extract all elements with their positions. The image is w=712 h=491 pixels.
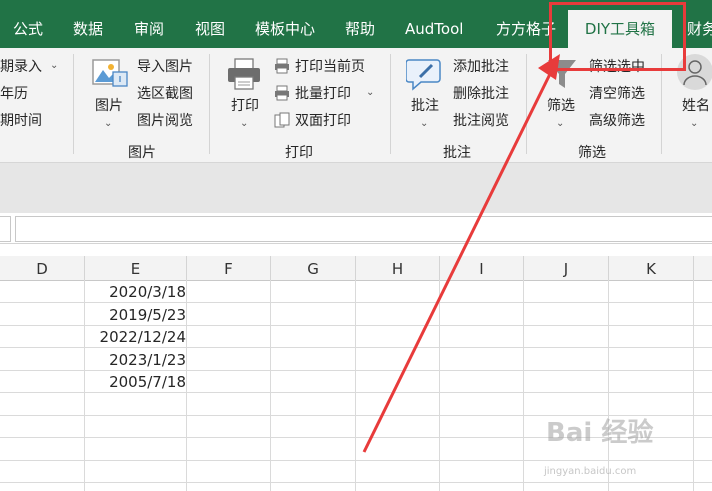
watermark-logo: Bai 经验 — [546, 418, 654, 448]
watermark-url: jingyan.baidu.com — [544, 466, 637, 477]
